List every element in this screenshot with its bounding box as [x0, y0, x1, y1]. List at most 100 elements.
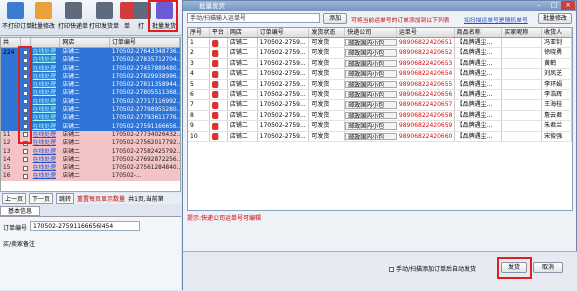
status-link[interactable]: 在线处理 [31, 98, 61, 106]
tab-basic-info[interactable]: 基本信息 [0, 206, 40, 216]
maximize-icon[interactable]: □ [547, 1, 561, 10]
order-no-header[interactable]: 订单编号 [110, 38, 180, 47]
ship-grid-header-cell[interactable]: 订单编号 [258, 28, 310, 37]
toolbar-button-0[interactable]: 不打印订单 [2, 2, 32, 34]
reset-page-size-link[interactable]: 重置每页显示数量 [77, 194, 125, 203]
jump-button[interactable]: 跳转 [56, 193, 75, 204]
ship-cell-express[interactable]: 邮政国内小包 [345, 80, 397, 88]
tracking-scan-input[interactable]: 手动/扫描输入运单号 [187, 13, 320, 23]
ship-cell-tracking[interactable]: 98906822420656 [397, 89, 455, 100]
table-row[interactable]: 16 在线处理 店铺二 170502-... [1, 172, 180, 181]
toolbar-button-5[interactable]: 打 [134, 2, 151, 34]
ship-grid-header-cell[interactable]: 序号 [188, 28, 210, 37]
ship-row[interactable]: 4 店铺二 170502-2759... 可发货 邮政国内小包 9890682242065… [188, 69, 572, 80]
ship-grid-header-cell[interactable]: 买家昵称 [502, 28, 543, 37]
status-link[interactable]: 在线处理 [31, 156, 61, 164]
ship-cell-product: 【品牌遇尘... [455, 121, 503, 131]
row-checkbox[interactable] [22, 157, 28, 163]
ship-cell-tracking[interactable]: 98906822420652 [397, 48, 455, 58]
ship-cell-status: 可发货 [309, 121, 346, 131]
status-link[interactable]: 在线处理 [31, 73, 61, 81]
ship-cell-receiver: 冯亚钊 [542, 38, 572, 48]
ship-cell-tracking[interactable]: 98906822420655 [397, 79, 455, 89]
close-icon[interactable]: × [561, 1, 575, 10]
ship-cell-tracking[interactable]: 98906822420651 [397, 38, 455, 48]
ship-cell-tracking[interactable]: 98906822420659 [397, 121, 455, 131]
toolbar-button-1[interactable]: 批量修改 [30, 2, 56, 34]
status-link[interactable]: 在线处理 [31, 56, 61, 64]
ship-cell-express[interactable]: 邮政国内小包 [345, 122, 397, 130]
ship-cell-express[interactable]: 邮政国内小包 [345, 132, 397, 140]
ship-cell-receiver: 李浩辉 [542, 89, 572, 100]
ship-grid-header-cell[interactable]: 商品名称 [455, 28, 503, 37]
status-link[interactable]: 在线处理 [31, 81, 61, 89]
ship-row[interactable]: 2 店铺二 170502-2759... 可发货 邮政国内小包 9890682242065… [188, 48, 572, 59]
status-link[interactable]: 在线处理 [31, 148, 61, 156]
row-checkbox[interactable] [22, 149, 28, 155]
order-no-cell: 170502-27835712704... [111, 57, 180, 64]
next-page-button[interactable]: 下一页 [29, 193, 54, 204]
ship-cell-shop: 店铺二 [228, 89, 258, 100]
table-row[interactable]: 13 在线处理 店铺二 170502-27582425792... [1, 147, 180, 156]
ship-row[interactable]: 7 店铺二 170502-2759... 可发货 邮政国内小包 9890682242065… [188, 100, 572, 111]
status-link[interactable]: 在线处理 [31, 131, 61, 139]
ship-cell-tracking[interactable]: 98906822420658 [397, 110, 455, 121]
table-row[interactable]: 14 在线处理 店铺二 170502-27692872256... [1, 155, 180, 165]
ship-cell-express[interactable]: 邮政国内小包 [345, 49, 397, 57]
ship-grid-header-cell[interactable]: 收货人 [542, 28, 572, 37]
ship-grid-header-cell[interactable]: 运单号 [397, 28, 455, 37]
ship-row[interactable]: 6 店铺二 170502-2759... 可发货 邮政国内小包 9890682242065… [188, 89, 572, 101]
ship-row[interactable]: 3 店铺二 170502-2759... 可发货 邮政国内小包 9890682242065… [188, 58, 572, 70]
ship-grid-header-cell[interactable]: 快递公司 [345, 28, 397, 37]
row-checkbox[interactable] [22, 173, 28, 179]
ship-cell-express[interactable]: 邮政国内小包 [345, 90, 397, 99]
table-row[interactable]: 15 在线处理 店铺二 170502-27561284840... [1, 164, 180, 173]
ship-row[interactable]: 5 店铺二 170502-2759... 可发货 邮政国内小包 9890682242065… [188, 79, 572, 90]
toolbar-button-3[interactable]: 打印发货单 [89, 2, 119, 34]
ship-cell-express[interactable]: 邮政国内小包 [345, 59, 397, 68]
status-link[interactable]: 在线处理 [31, 123, 61, 131]
status-link[interactable]: 在线处理 [31, 114, 61, 122]
shop-header[interactable]: 网店 [60, 38, 110, 47]
prev-page-button[interactable]: 上一页 [2, 193, 27, 204]
minimize-icon[interactable]: – [532, 1, 546, 10]
add-button[interactable]: 添加 [323, 13, 347, 24]
info-panel: 订单编号 170502-27591166656l454 买/卖家备注 [0, 216, 181, 290]
auto-ship-option[interactable]: 手动/扫描添加订单后自动发货 [389, 264, 476, 273]
ship-row[interactable]: 1 店铺二 170502-2759... 可发货 邮政国内小包 9890682242065… [188, 38, 572, 49]
order-no-cell: 170502-27798955280... [111, 107, 180, 114]
ship-cell-express[interactable]: 邮政国内小包 [345, 39, 397, 47]
ship-grid-header-cell[interactable]: 平台 [210, 28, 228, 37]
toolbar-button-4[interactable]: 单 [120, 2, 137, 34]
ship-cell-express[interactable]: 邮政国内小包 [345, 70, 397, 78]
auto-ship-checkbox[interactable] [389, 266, 394, 272]
toolbar-button-2[interactable]: 打印快递单 [58, 2, 88, 34]
ship-cell-tracking[interactable]: 98906822420653 [397, 58, 455, 69]
status-link[interactable]: 在线处理 [31, 172, 61, 180]
status-link[interactable]: 在线处理 [31, 48, 61, 56]
ship-cell-tracking[interactable]: 98906822420657 [397, 100, 455, 110]
order-no-field[interactable]: 170502-27591166656l454 [30, 221, 140, 231]
ship-cell-shop: 店铺二 [228, 58, 258, 69]
status-link[interactable]: 在线处理 [31, 106, 61, 114]
order-no-cell: 170502-27582425792... [111, 148, 180, 155]
status-link[interactable]: 在线处理 [31, 139, 61, 147]
status-link[interactable]: 在线处理 [31, 89, 61, 97]
ship-cell-express[interactable]: 邮政国内小包 [345, 101, 397, 109]
ship-row[interactable]: 8 店铺二 170502-2759... 可发货 邮政国内小包 9890682242065… [188, 110, 572, 122]
ship-row[interactable]: 10 店铺二 170502-2759... 可发货 邮政国内小包 989068224206… [188, 131, 572, 142]
ship-grid-header-cell[interactable]: 网店 [228, 28, 258, 37]
ship-row[interactable]: 9 店铺二 170502-2759... 可发货 邮政国内小包 9890682242065… [188, 121, 572, 132]
ship-cell-express[interactable]: 邮政国内小包 [345, 111, 397, 120]
ship-cell-no: 1 [188, 38, 210, 48]
cancel-button[interactable]: 取消 [533, 262, 563, 273]
random-tracking-link[interactable]: 如扫描运单号是随机单号 [464, 15, 528, 24]
status-link[interactable]: 在线处理 [31, 164, 61, 172]
status-link[interactable]: 在线处理 [31, 65, 61, 73]
ship-cell-buyer [502, 131, 543, 141]
batch-modify-button[interactable]: 批量修改 [538, 13, 572, 24]
ship-cell-tracking[interactable]: 98906822420660 [397, 131, 455, 141]
ship-cell-tracking[interactable]: 98906822420654 [397, 69, 455, 79]
row-checkbox[interactable] [22, 165, 28, 171]
ship-grid-header-cell[interactable]: 发货状态 [309, 28, 346, 37]
